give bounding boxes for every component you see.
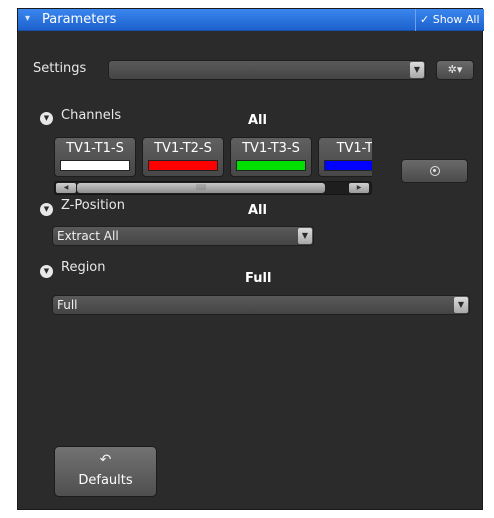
region-dropdown[interactable]: Full ▼ (52, 295, 470, 315)
channels-collapse-icon[interactable]: ▼ (40, 112, 53, 125)
show-all-toggle[interactable]: ✓ Show All (420, 13, 480, 26)
channel-name: TV1-T2-S (154, 141, 212, 156)
channel-color-swatch (60, 160, 130, 171)
region-collapse-icon[interactable]: ▼ (40, 265, 53, 278)
scroll-left-icon[interactable]: ◀ (56, 183, 76, 193)
channel-color-swatch (236, 160, 306, 171)
panel-header[interactable]: ▾ Parameters ✓ Show All (18, 9, 484, 31)
chevron-down-icon: ▼ (298, 228, 312, 244)
z-position-summary: All (248, 203, 267, 218)
channel-options-button[interactable] (401, 159, 468, 183)
settings-label: Settings (33, 61, 87, 76)
channel-color-swatch (324, 160, 372, 171)
channel-button-1[interactable]: TV1-T1-S (54, 137, 136, 177)
radio-dot-icon (430, 166, 440, 176)
panel-title: Parameters (42, 12, 117, 27)
channel-color-swatch (148, 160, 218, 171)
show-all-label: Show All (432, 13, 480, 26)
scroll-right-icon[interactable]: ▶ (349, 183, 369, 193)
settings-gear-button[interactable]: ✲▾ (436, 60, 474, 80)
settings-dropdown[interactable]: ▼ (108, 60, 426, 80)
z-position-dropdown[interactable]: Extract All ▼ (52, 226, 314, 246)
channel-button-4[interactable]: TV1-T4 (318, 137, 372, 177)
channel-name: TV1-T3-S (242, 141, 300, 156)
channel-scrollbar[interactable]: ◀ ||||| ▶ (54, 181, 372, 195)
channel-button-3[interactable]: TV1-T3-S (230, 137, 312, 177)
parameters-panel: ▾ Parameters ✓ Show All Settings ▼ ✲▾ ▼ … (17, 8, 484, 510)
gear-icon: ✲▾ (447, 63, 463, 76)
region-label: Region (61, 260, 106, 275)
channel-button-2[interactable]: TV1-T2-S (142, 137, 224, 177)
defaults-button[interactable]: ↶ Defaults (54, 446, 157, 497)
defaults-button-label: Defaults (78, 473, 133, 488)
z-position-collapse-icon[interactable]: ▼ (40, 203, 53, 216)
channel-name: TV1-T1-S (66, 141, 124, 156)
scrollbar-thumb[interactable]: ||||| (77, 183, 325, 193)
collapse-icon[interactable]: ▾ (25, 13, 30, 24)
header-divider (415, 9, 416, 31)
region-summary: Full (245, 271, 272, 286)
z-position-dropdown-value: Extract All (57, 229, 119, 243)
region-dropdown-value: Full (57, 298, 78, 312)
channels-label: Channels (61, 108, 122, 123)
channels-summary: All (248, 113, 267, 128)
chevron-down-icon: ▼ (410, 62, 424, 78)
chevron-down-icon: ▼ (454, 297, 468, 313)
checkmark-icon: ✓ (420, 13, 430, 26)
channel-list: TV1-T1-S TV1-T2-S TV1-T3-S TV1-T4 (54, 137, 372, 181)
undo-icon: ↶ (99, 452, 112, 468)
z-position-label: Z-Position (61, 198, 125, 213)
channel-name: TV1-T4 (336, 141, 372, 156)
